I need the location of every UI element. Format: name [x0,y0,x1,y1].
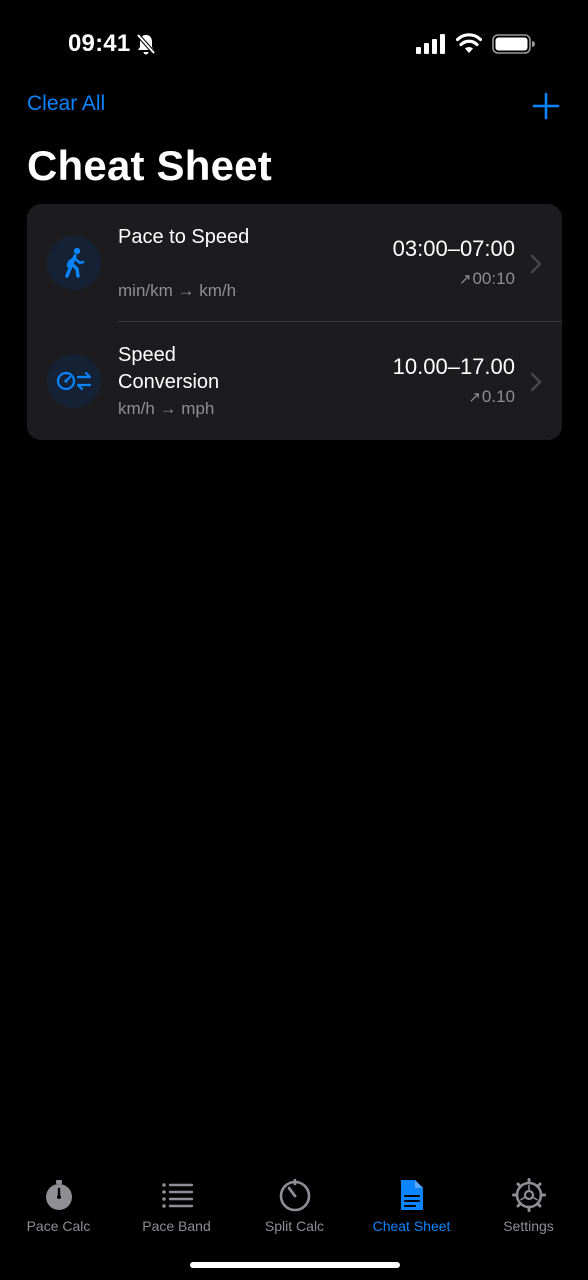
speedometer-exchange-icon [56,371,92,391]
row-step: ↗00:10 [459,269,515,289]
bell-muted-icon [136,33,156,55]
document-icon [400,1180,423,1210]
row-title: Pace to Speed [118,226,250,248]
row-range: 03:00–07:00 [392,236,515,261]
list-item-speed-conversion[interactable]: Speed Conversion km/h → mph 10.00–17.00 … [27,322,562,440]
status-bar: 09:41 [0,0,588,90]
battery-icon [492,34,535,54]
stopwatch-icon [45,1180,72,1210]
row-subtitle: km/h → mph [118,399,215,418]
status-time: 09:41 [68,30,131,57]
clear-all-button[interactable]: Clear All [27,92,105,116]
home-indicator[interactable] [190,1262,400,1268]
row-step-value: 00:10 [472,269,515,288]
tab-settings[interactable]: Settings [470,1168,587,1248]
row-step-value: 0.10 [481,387,515,406]
add-icon[interactable] [530,90,562,122]
list-item-pace-to-speed[interactable]: Pace to Speed min/km → km/h 03:00–07:00 … [27,204,562,322]
chevron-right-icon [530,254,542,274]
wifi-icon [456,33,482,53]
tab-label: Pace Band [142,1218,211,1234]
tab-cheat-sheet[interactable]: Cheat Sheet [353,1168,470,1248]
row-title: Speed Conversion [118,344,220,393]
list-icon [161,1183,193,1208]
row-subtitle: min/km → km/h [118,281,237,300]
chevron-right-icon [530,372,542,392]
step-arrow-icon: ↗ [458,271,472,288]
tab-label: Cheat Sheet [372,1218,451,1234]
walking-person-icon [65,247,85,278]
tab-pace-calc[interactable]: Pace Calc [0,1168,117,1248]
row-range: 10.00–17.00 [392,354,515,379]
page-title: Cheat Sheet [27,142,272,189]
row-step: ↗0.10 [468,387,515,407]
row-icon-circle [47,236,101,290]
gear-icon [511,1178,546,1212]
row-icon-circle [47,354,101,408]
tab-label: Settings [503,1218,554,1234]
cheat-sheet-list: Pace to Speed min/km → km/h 03:00–07:00 … [27,204,562,440]
tab-pace-band[interactable]: Pace Band [118,1168,235,1248]
tab-label: Split Calc [264,1218,325,1234]
tab-label: Pace Calc [26,1218,91,1234]
timer-icon [279,1178,310,1212]
step-arrow-icon: ↗ [468,389,481,406]
tab-split-calc[interactable]: Split Calc [236,1168,353,1248]
cellular-signal-icon [416,34,445,54]
